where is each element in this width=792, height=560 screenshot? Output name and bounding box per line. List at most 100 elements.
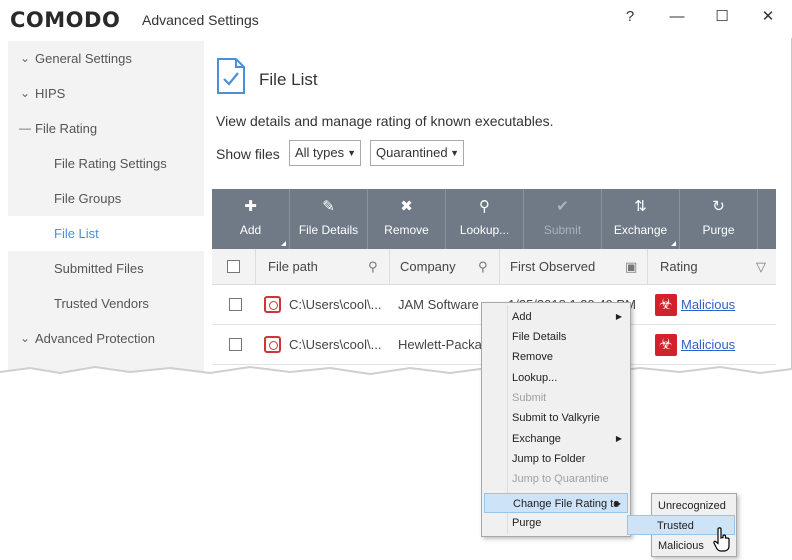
column-label: Company (400, 259, 456, 274)
refresh-icon: ↻ (712, 198, 725, 215)
sidebar-item-label: Trusted Vendors (54, 296, 149, 311)
search-icon: ⚲ (479, 198, 490, 215)
maximize-button[interactable]: ☐ (708, 6, 736, 28)
menu-item-label: File Details (512, 331, 567, 343)
submit-button-label: Submit (543, 223, 582, 237)
chevron-down-icon: ⌄ (19, 51, 31, 65)
menu-item-purge[interactable]: Purge (484, 513, 628, 533)
select-all-checkbox[interactable] (227, 260, 240, 273)
menu-item-exchange[interactable]: Exchange ▶ (484, 429, 628, 449)
menu-item-submit-to-valkyrie[interactable]: Submit to Valkyrie (484, 408, 628, 428)
sidebar-item-file-rating[interactable]: — File Rating (8, 111, 204, 146)
search-icon[interactable]: ⚲ (368, 249, 378, 285)
advanced-settings-window: COMODO Advanced Settings ? — ☐ ✕ ⌄ Gener… (0, 0, 792, 372)
biohazard-icon (655, 334, 677, 356)
page-description: View details and manage rating of known … (216, 113, 554, 129)
select-all-header (212, 249, 256, 285)
plus-icon: ✚ (244, 198, 257, 215)
search-icon[interactable]: ⚲ (478, 249, 488, 285)
purge-button[interactable]: ↻ Purge (680, 189, 758, 249)
sidebar-item-advanced-protection[interactable]: ⌄ Advanced Protection (8, 321, 204, 356)
title-bar: COMODO Advanced Settings ? — ☐ ✕ (0, 0, 792, 38)
sidebar-item-label: Advanced Protection (35, 331, 155, 346)
menu-item-label: Lookup... (512, 372, 558, 384)
minimize-button[interactable]: — (663, 6, 691, 28)
column-first-observed[interactable]: First Observed ▣ (500, 249, 648, 285)
rating-link[interactable]: Malicious (681, 285, 761, 325)
submenu-arrow-icon: ▶ (615, 312, 622, 321)
sidebar-item-label: File Groups (54, 191, 122, 206)
comodo-logo: COMODO (10, 8, 121, 32)
file-icon (264, 336, 281, 353)
sidebar-item-label: File Rating Settings (54, 156, 167, 171)
column-company[interactable]: Company ⚲ (390, 249, 500, 285)
filter-icon[interactable]: ▽ (756, 249, 766, 285)
purge-button-label: Purge (702, 223, 735, 237)
sidebar-item-label: HIPS (35, 86, 66, 101)
add-button-label: Add (239, 223, 262, 237)
menu-item-label: Add (512, 311, 532, 323)
lookup-button[interactable]: ⚲ Lookup... (446, 189, 524, 249)
sidebar-item-label: General Settings (35, 51, 132, 66)
torn-edge (0, 365, 792, 388)
menu-item-jump-to-folder[interactable]: Jump to Folder (484, 449, 628, 469)
chevron-down-icon: ⌄ (19, 331, 31, 345)
column-label: File path (268, 259, 318, 274)
window-title: Advanced Settings (142, 12, 259, 28)
menu-item-label: Remove (512, 351, 553, 363)
menu-item-file-details[interactable]: File Details (484, 327, 628, 347)
close-button[interactable]: ✕ (754, 6, 782, 28)
check-icon: ✔ (556, 198, 569, 215)
calendar-icon[interactable]: ▣ (625, 249, 637, 285)
row-checkbox[interactable] (229, 298, 242, 311)
column-label: First Observed (510, 259, 596, 274)
submenu-arrow-icon: ▶ (614, 499, 621, 508)
show-files-label: Show files (216, 146, 280, 162)
menu-item-label: Submit (512, 392, 547, 404)
menu-item-remove[interactable]: Remove (484, 347, 628, 367)
page-title: File List (259, 70, 318, 89)
menu-item-jump-to-quarantine[interactable]: Jump to Quarantine (484, 469, 628, 489)
submit-button[interactable]: ✔ Submit (524, 189, 602, 249)
remove-button[interactable]: ✖ Remove (368, 189, 446, 249)
menu-item-submit[interactable]: Submit (484, 388, 628, 408)
collapse-dash-icon: — (19, 121, 31, 135)
menu-item-add[interactable]: Add ▶ (484, 307, 628, 327)
add-button[interactable]: ✚ Add (212, 189, 290, 249)
file-type-select[interactable]: All types ▼ (289, 140, 361, 166)
sidebar-item-general-settings[interactable]: ⌄ General Settings (8, 41, 204, 76)
biohazard-icon (655, 294, 677, 316)
menu-item-lookup[interactable]: Lookup... (484, 368, 628, 388)
menu-item-change-file-rating[interactable]: Change File Rating to ▶ (484, 493, 628, 513)
sidebar-item-label: File List (54, 226, 99, 241)
submenu-arrow-icon: ▶ (615, 434, 622, 443)
sidebar-item-file-groups[interactable]: File Groups (8, 181, 204, 216)
row-checkbox[interactable] (229, 338, 242, 351)
help-button[interactable]: ? (616, 6, 644, 28)
sidebar-item-trusted-vendors[interactable]: Trusted Vendors (8, 286, 204, 321)
menu-item-label: Change File Rating to (513, 498, 620, 510)
dropdown-corner-icon (281, 241, 286, 246)
chevron-down-icon: ⌄ (19, 86, 31, 100)
menu-item-label: Jump to Folder (512, 453, 586, 465)
hand-cursor-icon (713, 527, 730, 552)
exchange-icon: ⇅ (634, 198, 647, 215)
file-path-cell: C:\Users\cool\... (289, 297, 382, 312)
file-type-select-value: All types (295, 145, 345, 160)
menu-item-label: Purge (512, 517, 542, 529)
menu-item-label: Jump to Quarantine (512, 473, 609, 485)
submenu-item-unrecognized[interactable]: Unrecognized (654, 496, 734, 516)
file-details-button[interactable]: ✎ File Details (290, 189, 368, 249)
exchange-button[interactable]: ⇅ Exchange (602, 189, 680, 249)
sidebar-item-file-list[interactable]: File List (8, 216, 204, 251)
lookup-button-label: Lookup... (459, 223, 510, 237)
sidebar-item-file-rating-settings[interactable]: File Rating Settings (8, 146, 204, 181)
column-rating[interactable]: Rating ▽ (648, 249, 776, 285)
pencil-icon: ✎ (322, 198, 335, 215)
column-file-path[interactable]: File path ⚲ (256, 249, 390, 285)
file-status-select[interactable]: Quarantined ▼ (370, 140, 464, 166)
context-menu: Add ▶ File Details Remove Lookup... Submi… (481, 302, 631, 537)
sidebar-item-submitted-files[interactable]: Submitted Files (8, 251, 204, 286)
file-status-select-value: Quarantined (376, 145, 448, 160)
sidebar-item-hips[interactable]: ⌄ HIPS (8, 76, 204, 111)
